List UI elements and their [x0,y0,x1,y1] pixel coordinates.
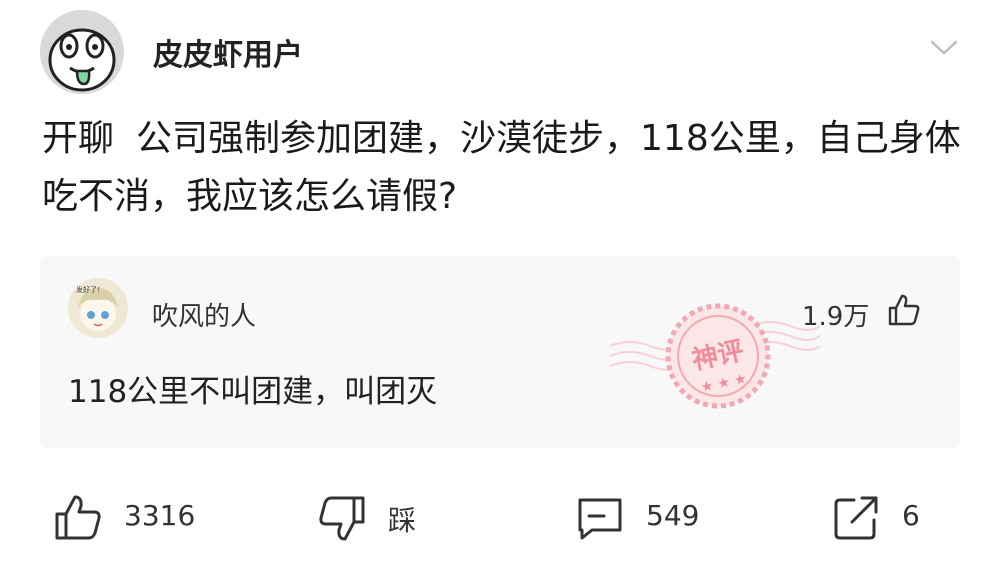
comment-button[interactable]: 549 [574,480,714,552]
post-username[interactable]: 皮皮虾用户 [153,30,303,74]
post-card: 皮皮虾用户 开聊 公司强制参加团建，沙漠徒步，118公里，自己身体吃不消，我应该怎… [0,0,1000,571]
share-icon [834,496,878,540]
anime-avatar-icon: 发好了！ [68,278,128,338]
like-count: 3316 [124,499,196,532]
comment-bubble-icon [578,498,622,540]
post-body: 公司强制参加团建，沙漠徒步，118公里，自己身体吃不消，我应该怎么请假? [42,118,961,217]
chevron-down-icon[interactable] [926,36,962,60]
share-count: 6 [902,499,920,532]
share-button[interactable]: 6 [830,480,940,552]
thumbs-up-icon[interactable] [886,292,922,328]
dislike-label: 踩 [388,504,417,537]
comment-text: 118公里不叫团建，叫团灭 [68,374,438,410]
like-button[interactable]: 3316 [52,480,202,552]
action-bar: 3316 踩 549 6 [0,480,1000,560]
avatar-caption: 发好了！ [76,285,104,294]
post-content: 开聊 公司强制参加团建，沙漠徒步，118公里，自己身体吃不消，我应该怎么请假? [42,110,962,226]
dislike-button[interactable]: 踩 [316,480,436,552]
face-avatar-icon [40,10,124,94]
avatar[interactable] [40,10,124,94]
post-tag[interactable]: 开聊 [42,118,114,159]
thumbs-up-icon [55,495,101,540]
thumbs-down-icon [319,496,365,541]
comment-username[interactable]: 吹风的人 [152,296,256,333]
comment-like-count: 1.9万 [802,302,870,332]
comment-avatar[interactable]: 发好了！ [68,278,128,338]
comment-count: 549 [646,499,700,532]
featured-comment[interactable]: 神评 ★ ★ ★ 发好了！ 吹风的人 1.9万 118公里不叫团建，叫团灭 [40,256,960,448]
god-comment-stamp: 神评 ★ ★ ★ [600,276,821,436]
